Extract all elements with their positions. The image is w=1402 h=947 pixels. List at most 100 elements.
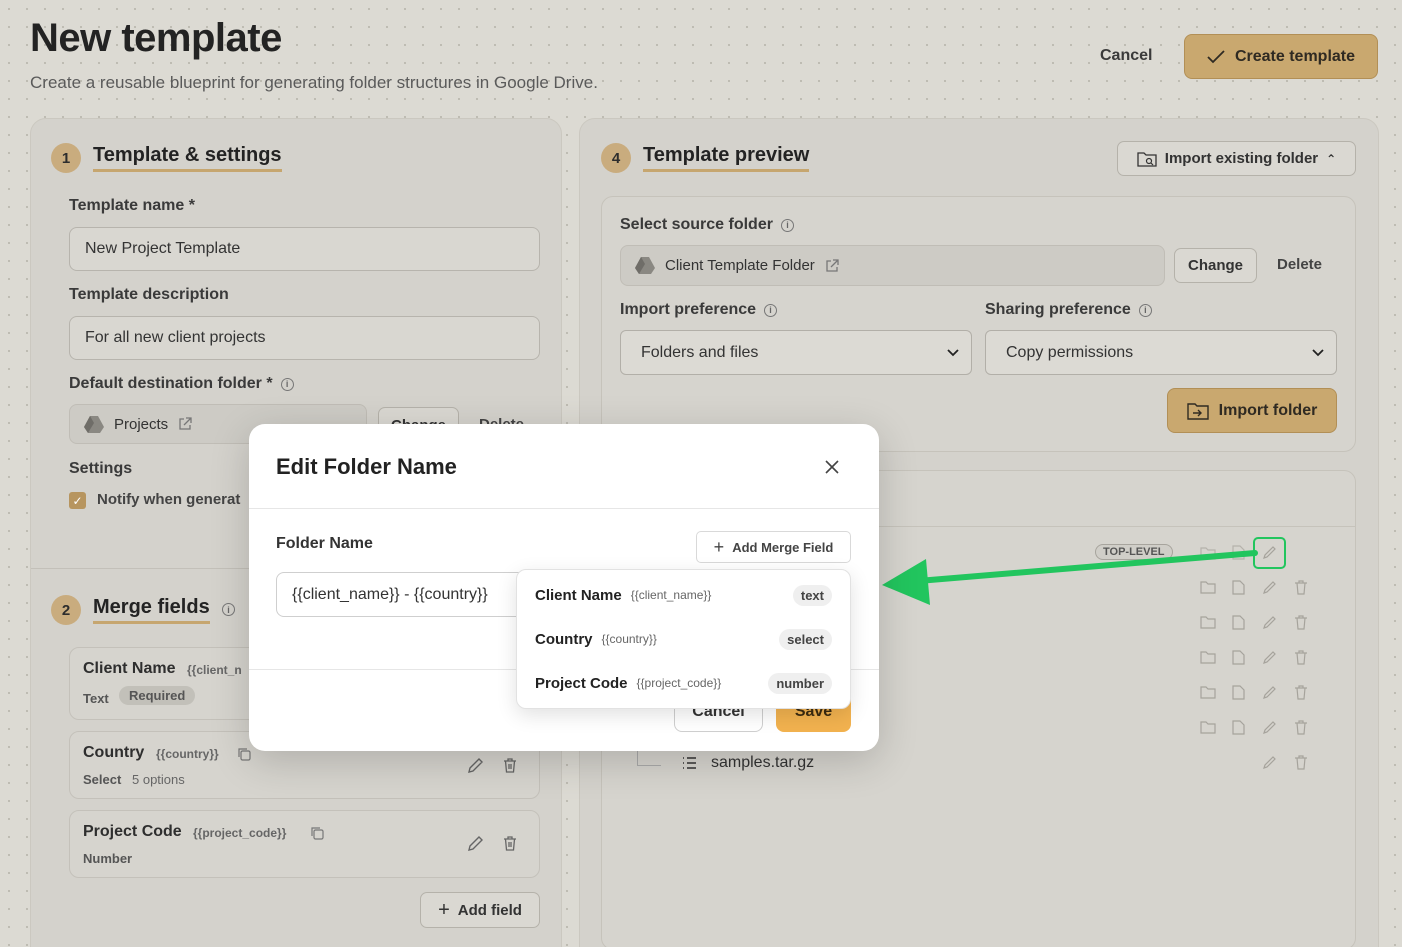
step-badge-2: 2 <box>51 595 81 625</box>
merge-field-type: Number <box>83 851 133 866</box>
merge-field-name: Client Name <box>83 660 176 677</box>
copy-icon[interactable] <box>237 747 251 761</box>
modal-header-divider <box>249 508 879 509</box>
create-template-label: Create template <box>1234 47 1356 65</box>
dropdown-item-token: {{project_code}} <box>636 676 722 690</box>
info-icon: i <box>780 218 794 232</box>
dropdown-item-country[interactable]: Country {{country}} select <box>535 624 832 654</box>
modal-title: Edit Folder Name <box>276 454 457 479</box>
merge-field-token: {{project_code}} <box>193 826 287 840</box>
edit-icon[interactable] <box>1262 720 1277 735</box>
tree-row-actions <box>1200 580 1320 780</box>
add-file-icon[interactable] <box>1232 720 1245 735</box>
trash-icon[interactable] <box>502 835 518 852</box>
add-field-button[interactable]: + Add field <box>420 892 540 928</box>
import-preference-label-text: Import preference <box>620 301 757 318</box>
edit-icon[interactable] <box>1262 650 1277 665</box>
plus-icon: + <box>438 898 450 921</box>
edit-icon[interactable] <box>1262 615 1277 630</box>
dropdown-item-type: number <box>768 672 832 694</box>
trash-icon[interactable] <box>1294 685 1308 700</box>
dropdown-item-type: text <box>792 584 832 606</box>
dropdown-item-project-code[interactable]: Project Code {{project_code}} number <box>535 668 832 698</box>
sharing-preference-select[interactable]: Copy permissions <box>985 330 1337 375</box>
trash-icon[interactable] <box>502 757 518 774</box>
info-icon: i <box>1138 303 1152 317</box>
template-name-label: Template name * <box>69 197 195 214</box>
info-icon: i <box>222 603 235 616</box>
create-template-button[interactable]: Create template <box>1184 34 1378 79</box>
chevron-down-icon <box>947 348 959 356</box>
plus-icon: + <box>713 536 725 557</box>
add-merge-field-button[interactable]: + Add Merge Field <box>696 531 851 563</box>
trash-icon[interactable] <box>1294 755 1308 770</box>
notify-checkbox[interactable]: ✓ <box>69 492 86 509</box>
folder-import-icon <box>1186 402 1209 420</box>
step-badge-4: 4 <box>601 143 631 173</box>
destination-folder-label-text: Default destination folder * <box>69 375 273 392</box>
sharing-preference-value: Copy permissions <box>1006 343 1134 361</box>
external-link-icon[interactable] <box>178 417 192 431</box>
import-preference-value: Folders and files <box>641 343 759 361</box>
merge-field-type: Select <box>83 772 122 787</box>
import-existing-folder-button[interactable]: Import existing folder ⌃ <box>1117 141 1356 176</box>
source-folder-chip[interactable]: Client Template Folder <box>620 245 1165 286</box>
step-badge-1: 1 <box>51 143 81 173</box>
folder-name-label: Folder Name <box>276 535 373 552</box>
destination-folder-label: Default destination folder * i <box>69 375 294 393</box>
add-merge-field-label: Add Merge Field <box>732 539 834 555</box>
add-file-icon[interactable] <box>1232 615 1245 630</box>
merge-field-name: Project Code <box>83 823 182 840</box>
source-folder-name: Client Template Folder <box>665 257 815 274</box>
template-description-input[interactable]: For all new client projects <box>69 316 540 360</box>
template-name-input[interactable]: New Project Template <box>69 227 540 271</box>
info-icon: i <box>764 303 778 317</box>
add-folder-icon[interactable] <box>1200 650 1216 664</box>
file-list-icon <box>683 757 696 769</box>
source-delete-button[interactable]: Delete <box>1277 256 1322 273</box>
destination-folder-name: Projects <box>114 415 169 433</box>
import-folder-button[interactable]: Import folder <box>1167 388 1337 433</box>
section-title-preview: Template preview <box>643 144 810 172</box>
source-change-button[interactable]: Change <box>1174 248 1257 283</box>
import-preference-select[interactable]: Folders and files <box>620 330 972 375</box>
add-folder-icon[interactable] <box>1200 720 1216 734</box>
required-badge: Required <box>119 686 196 705</box>
add-folder-icon[interactable] <box>1200 685 1216 699</box>
trash-icon[interactable] <box>1294 615 1308 630</box>
trash-icon[interactable] <box>1294 720 1308 735</box>
add-field-label: Add field <box>457 901 522 919</box>
tree-connector <box>637 765 661 766</box>
merge-field-options: 5 options <box>132 772 185 787</box>
edit-icon[interactable] <box>1262 755 1277 770</box>
section-title-settings: Template & settings <box>93 144 282 172</box>
dropdown-item-name: Client Name <box>535 586 622 604</box>
add-file-icon[interactable] <box>1232 685 1245 700</box>
close-icon[interactable] <box>825 460 839 474</box>
dropdown-item-name: Project Code <box>535 674 628 692</box>
copy-icon[interactable] <box>310 826 324 840</box>
source-folder-label: Select source folder i <box>620 216 794 234</box>
trash-icon[interactable] <box>1294 580 1308 595</box>
merge-field-token: {{client_n <box>187 663 242 677</box>
trash-icon[interactable] <box>1294 650 1308 665</box>
merge-field-token: {{country}} <box>156 747 219 761</box>
google-drive-icon <box>635 257 655 274</box>
import-folder-label: Import folder <box>1218 401 1318 419</box>
edit-icon[interactable] <box>467 757 484 774</box>
edit-icon[interactable] <box>1262 580 1277 595</box>
add-file-icon[interactable] <box>1232 650 1245 665</box>
merge-field-dropdown: Client Name {{client_name}} text Country… <box>516 569 851 709</box>
add-folder-icon[interactable] <box>1200 615 1216 629</box>
cancel-button[interactable]: Cancel <box>1090 44 1162 68</box>
dropdown-item-client-name[interactable]: Client Name {{client_name}} text <box>535 580 832 610</box>
page-title: New template <box>30 16 282 60</box>
merge-field-name: Country <box>83 744 145 761</box>
folder-search-icon <box>1137 151 1157 167</box>
dropdown-item-type: select <box>779 628 832 650</box>
edit-icon[interactable] <box>467 835 484 852</box>
edit-icon[interactable] <box>1262 685 1277 700</box>
edit-icon[interactable] <box>1262 545 1277 560</box>
external-link-icon[interactable] <box>825 258 839 273</box>
tree-file-name[interactable]: samples.tar.gz <box>711 754 814 772</box>
